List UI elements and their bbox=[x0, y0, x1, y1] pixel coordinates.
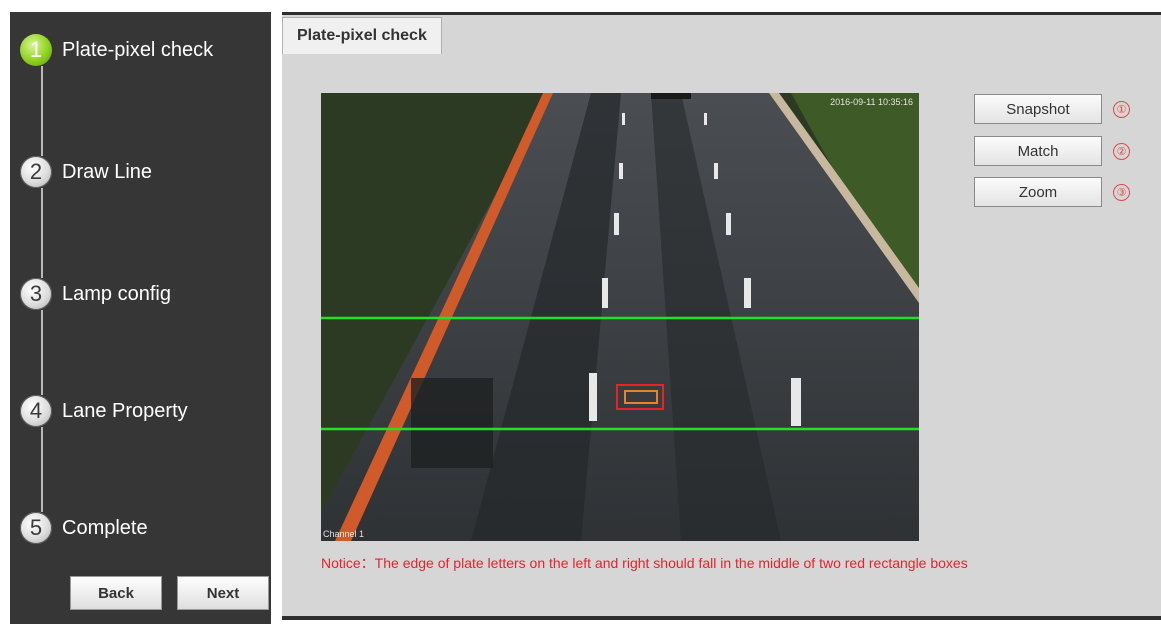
step-connector bbox=[41, 310, 43, 395]
step-three-badge: ③ bbox=[1113, 184, 1130, 201]
step-plate-pixel-check[interactable]: 1 Plate-pixel check bbox=[20, 34, 213, 66]
step-complete[interactable]: 5 Complete bbox=[20, 512, 148, 544]
tab-plate-pixel-check[interactable]: Plate-pixel check bbox=[282, 17, 442, 54]
step-number-badge: 1 bbox=[20, 34, 52, 66]
step-connector bbox=[41, 66, 43, 156]
step-lamp-config[interactable]: 3 Lamp config bbox=[20, 278, 171, 310]
step-one-badge: ① bbox=[1113, 101, 1130, 118]
step-number-badge: 5 bbox=[20, 512, 52, 544]
step-label: Lane Property bbox=[62, 399, 188, 422]
step-label: Plate-pixel check bbox=[62, 38, 214, 61]
back-button[interactable]: Back bbox=[70, 576, 162, 610]
video-timestamp: 2016-09-11 10:35:16 bbox=[830, 97, 913, 107]
step-two-badge: ② bbox=[1113, 143, 1130, 160]
match-button[interactable]: Match bbox=[974, 136, 1102, 166]
step-number-badge: 3 bbox=[20, 278, 52, 310]
step-number-badge: 2 bbox=[20, 156, 52, 188]
step-connector bbox=[41, 427, 43, 512]
step-label: Complete bbox=[62, 516, 148, 539]
snapshot-button[interactable]: Snapshot bbox=[974, 94, 1102, 124]
step-lane-property[interactable]: 4 Lane Property bbox=[20, 395, 188, 427]
video-preview[interactable]: 2016-09-11 10:35:16 Channel 1 bbox=[321, 93, 919, 541]
step-connector bbox=[41, 188, 43, 278]
road-scene bbox=[321, 93, 919, 541]
next-button[interactable]: Next bbox=[177, 576, 269, 610]
zoom-button[interactable]: Zoom bbox=[974, 177, 1102, 207]
step-draw-line[interactable]: 2 Draw Line bbox=[20, 156, 152, 188]
step-number-badge: 4 bbox=[20, 395, 52, 427]
step-label: Draw Line bbox=[62, 160, 153, 183]
notice-text: Notice：The edge of plate letters on the … bbox=[321, 555, 968, 571]
step-label: Lamp config bbox=[62, 282, 171, 305]
channel-label: Channel 1 bbox=[323, 529, 365, 539]
